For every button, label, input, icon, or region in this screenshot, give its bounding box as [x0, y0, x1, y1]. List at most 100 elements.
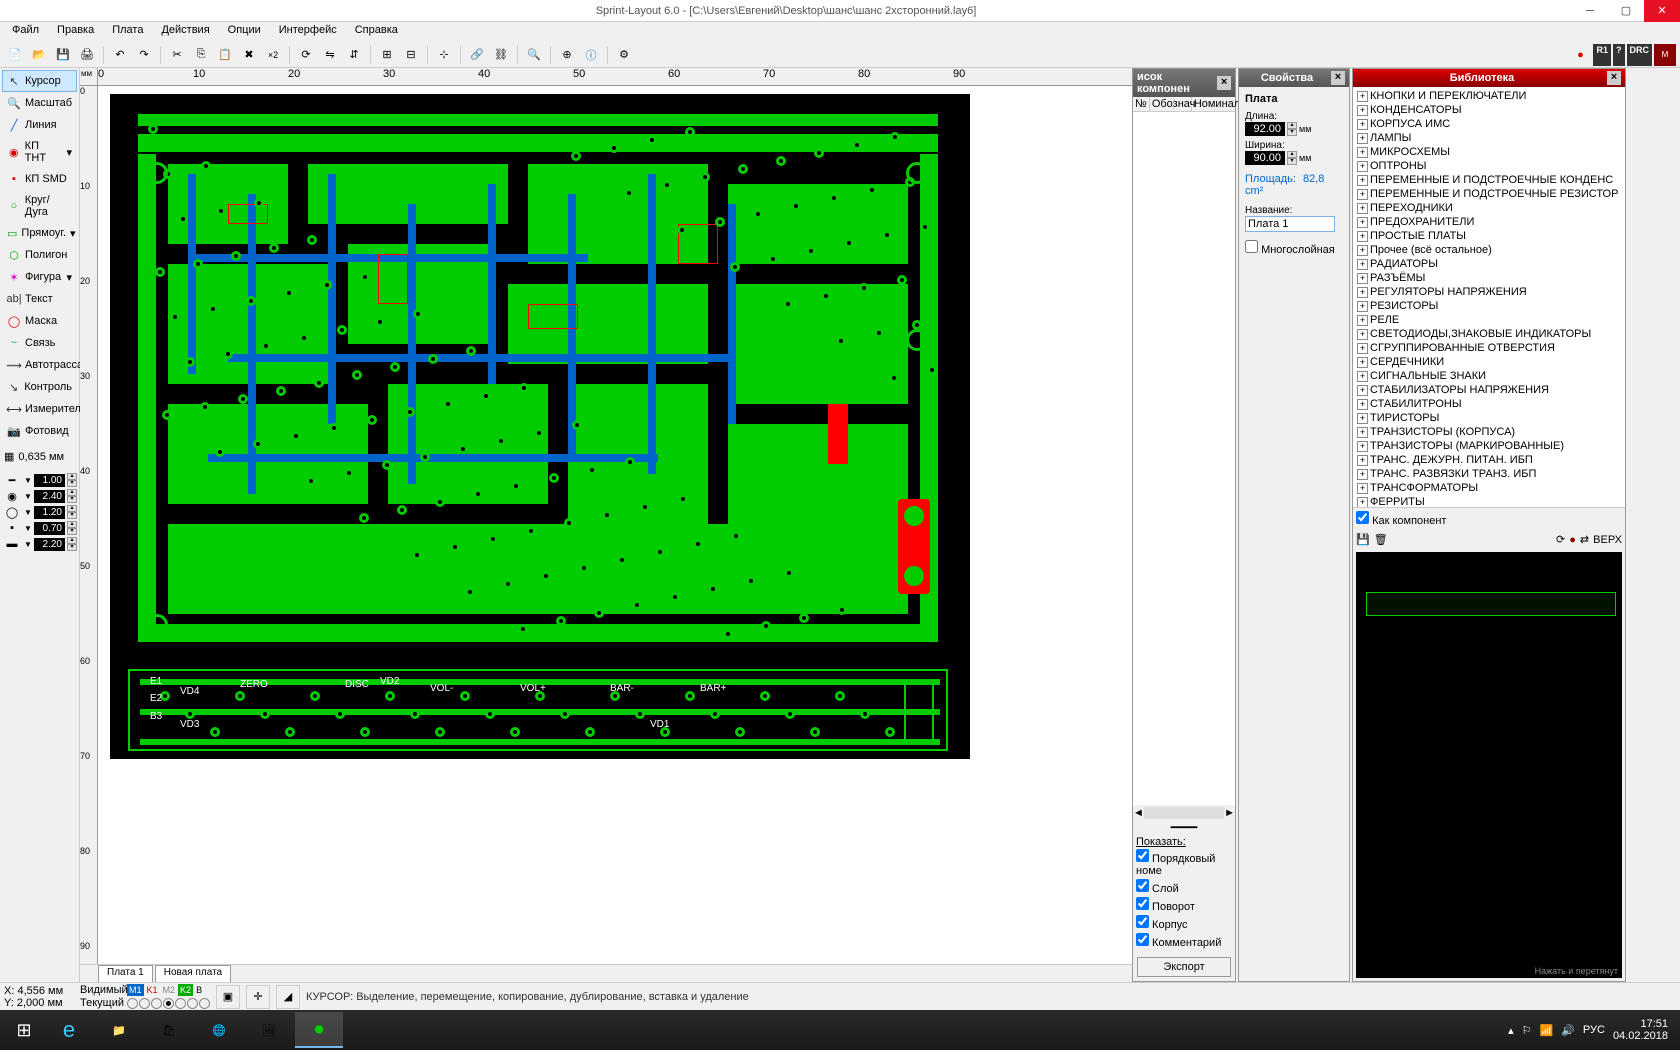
tool-photo[interactable]: 📷Фотовид — [2, 420, 77, 442]
pad[interactable] — [560, 709, 570, 719]
pad[interactable] — [635, 709, 645, 719]
expand-icon[interactable]: + — [1357, 189, 1368, 200]
tree-item[interactable]: +СТАБИЛИТРОНЫ — [1355, 397, 1623, 411]
pad[interactable] — [844, 238, 854, 248]
expand-icon[interactable]: + — [1357, 217, 1368, 228]
taskbar-sprint-layout[interactable]: ⬣ — [295, 1012, 343, 1048]
pad[interactable] — [216, 206, 226, 216]
redo-icon[interactable]: ↷ — [133, 44, 155, 66]
expand-icon[interactable]: + — [1357, 245, 1368, 256]
pad[interactable] — [585, 727, 595, 737]
pad[interactable] — [897, 275, 907, 285]
tree-item[interactable]: +ПЕРЕХОДНИКИ — [1355, 201, 1623, 215]
pad[interactable] — [768, 254, 778, 264]
refresh-icon[interactable]: ⟳ — [1556, 533, 1565, 546]
pad[interactable] — [564, 518, 574, 528]
pad[interactable] — [602, 510, 612, 520]
grid-size-display[interactable]: ▦ 0,635 мм — [2, 448, 77, 465]
pad[interactable] — [785, 709, 795, 719]
taskbar-photos[interactable]: 🖼 — [245, 1012, 293, 1048]
tree-item[interactable]: +РАЗЪЁМЫ — [1355, 271, 1623, 285]
expand-icon[interactable]: + — [1357, 301, 1368, 312]
expand-icon[interactable]: + — [1357, 259, 1368, 270]
tree-item[interactable]: +РЕЛЕ — [1355, 313, 1623, 327]
pad[interactable] — [549, 473, 559, 483]
pad[interactable] — [466, 346, 476, 356]
pad[interactable] — [541, 571, 551, 581]
tree-item[interactable]: +ОПТРОНЫ — [1355, 159, 1623, 173]
pad[interactable] — [519, 383, 529, 393]
pad[interactable] — [193, 259, 203, 269]
tool-polygon[interactable]: ⬡Полигон — [2, 244, 77, 266]
pad[interactable] — [450, 542, 460, 552]
pad[interactable] — [821, 291, 831, 301]
snap-icon[interactable]: ⊹ — [433, 44, 455, 66]
pad[interactable] — [488, 534, 498, 544]
tree-item[interactable]: +РЕЗИСТОРЫ — [1355, 299, 1623, 313]
layer-radio[interactable] — [151, 998, 162, 1009]
tree-item[interactable]: +ПРЕДОХРАНИТЕЛИ — [1355, 215, 1623, 229]
expand-icon[interactable]: + — [1357, 441, 1368, 452]
pad[interactable] — [836, 336, 846, 346]
duplicate-icon[interactable]: ×2 — [262, 44, 284, 66]
pad[interactable] — [852, 140, 862, 150]
tool-circle[interactable]: ○Круг/Дуга — [2, 190, 77, 222]
badge-r1[interactable]: R1 — [1593, 44, 1611, 66]
pad[interactable] — [201, 161, 211, 171]
pad[interactable] — [738, 164, 748, 174]
badge-drc[interactable]: DRC — [1627, 44, 1653, 66]
pad[interactable] — [776, 156, 786, 166]
expand-icon[interactable]: + — [1357, 133, 1368, 144]
chevron-down-icon[interactable]: ▼ — [24, 492, 32, 501]
tool-rect[interactable]: ▭Прямоуг.▾ — [2, 222, 77, 244]
chevron-down-icon[interactable]: ▼ — [24, 508, 32, 517]
menu-плата[interactable]: Плата — [104, 22, 151, 42]
tree-item[interactable]: +СЕРДЕЧНИКИ — [1355, 355, 1623, 369]
expand-icon[interactable]: + — [1357, 357, 1368, 368]
tree-item[interactable]: +Прочее (всё остальное) — [1355, 243, 1623, 257]
pad[interactable] — [397, 505, 407, 515]
rotate-icon[interactable]: ⟳ — [295, 44, 317, 66]
pad[interactable] — [238, 394, 248, 404]
pad[interactable] — [609, 143, 619, 153]
expand-icon[interactable]: + — [1357, 455, 1368, 466]
tree-item[interactable]: +МИКРОСХЕМЫ — [1355, 145, 1623, 159]
expand-icon[interactable]: + — [1357, 287, 1368, 298]
pad[interactable] — [435, 727, 445, 737]
board-name-input[interactable] — [1245, 216, 1335, 232]
pad[interactable] — [760, 691, 770, 701]
pad[interactable] — [617, 555, 627, 565]
tool-text[interactable]: ab|Текст — [2, 288, 77, 310]
pad[interactable] — [210, 727, 220, 737]
record-icon[interactable]: ● — [1569, 534, 1576, 546]
close-icon[interactable]: × — [1217, 76, 1231, 90]
pad[interactable] — [285, 727, 295, 737]
show-option[interactable]: Слой — [1136, 878, 1232, 896]
mode-btn-2[interactable]: ✛ — [246, 985, 270, 1009]
pad[interactable] — [571, 151, 581, 161]
copy-icon[interactable]: ⎘ — [190, 44, 212, 66]
info-icon[interactable]: ⓘ — [580, 44, 602, 66]
expand-icon[interactable]: + — [1357, 427, 1368, 438]
tool-check[interactable]: ↘Контроль — [2, 376, 77, 398]
tray-lang[interactable]: РУС — [1583, 1024, 1605, 1036]
pad[interactable] — [215, 447, 225, 457]
pad[interactable] — [723, 629, 733, 639]
expand-icon[interactable]: + — [1357, 371, 1368, 382]
pad[interactable] — [510, 727, 520, 737]
tree-item[interactable]: +ТРАНЗИСТОРЫ (МАРКИРОВАННЫЕ) — [1355, 439, 1623, 453]
gear-icon[interactable]: ⚙ — [613, 44, 635, 66]
pad[interactable] — [814, 148, 824, 158]
badge-help[interactable]: ? — [1613, 44, 1625, 66]
pad[interactable] — [435, 497, 445, 507]
close-button[interactable]: ✕ — [1644, 0, 1680, 22]
record-icon[interactable]: ● — [1569, 44, 1591, 66]
pad[interactable] — [382, 460, 392, 470]
size-setting-4[interactable]: ▬▼2.20▴▾ — [2, 537, 77, 551]
pad[interactable] — [746, 576, 756, 586]
pad[interactable] — [148, 124, 158, 134]
pad[interactable] — [200, 402, 210, 412]
pad[interactable] — [685, 691, 695, 701]
pad[interactable] — [306, 476, 316, 486]
pad[interactable] — [337, 325, 347, 335]
